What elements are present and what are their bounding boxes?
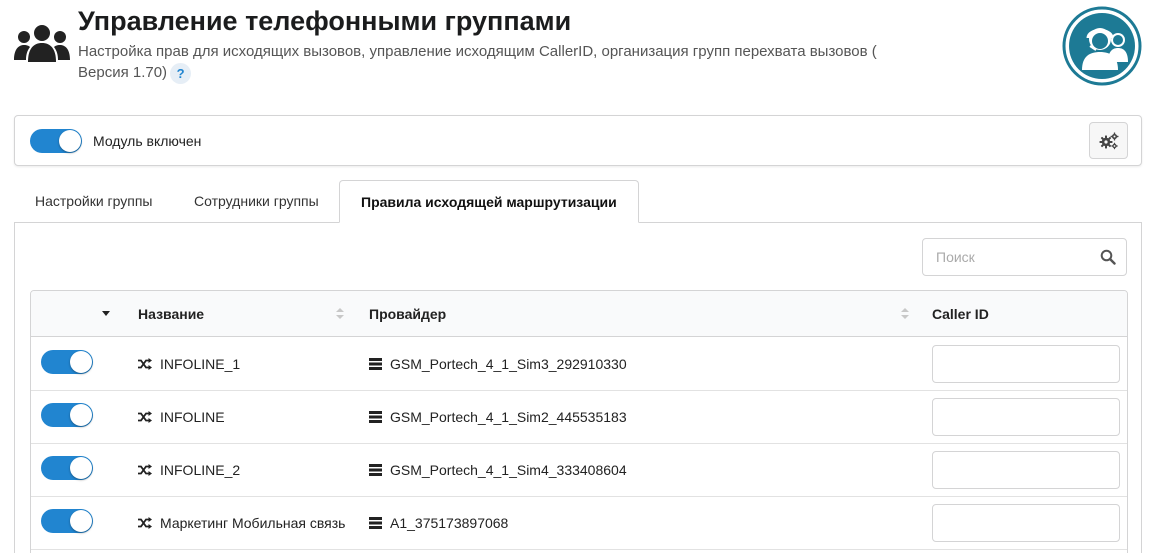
- column-header-provider[interactable]: Провайдер: [369, 291, 446, 337]
- page-header: Управление телефонными группами Настройк…: [0, 0, 1167, 100]
- tabs-bar: Настройки группы Сотрудники группы Прави…: [14, 180, 1142, 223]
- tab-group-employees[interactable]: Сотрудники группы: [173, 180, 340, 223]
- table-row: INFOLINE GSM_Portech_4_1_Sim2_445535183: [31, 391, 1127, 444]
- rule-name: INFOLINE_1: [160, 356, 241, 372]
- sort-icon[interactable]: [901, 308, 909, 320]
- rule-name-cell: INFOLINE_1: [138, 338, 240, 391]
- rule-name-cell: INFOLINE_2: [138, 444, 240, 497]
- search-box: [922, 238, 1127, 276]
- module-settings-button[interactable]: [1089, 122, 1128, 159]
- server-icon: [369, 517, 382, 530]
- shuffle-icon: [138, 411, 152, 424]
- table-row: INFOLINE_2 GSM_Portech_4_1_Sim4_33340860…: [31, 444, 1127, 497]
- shuffle-icon: [138, 464, 152, 477]
- users-icon: [14, 25, 70, 62]
- column-header-caller-id: Caller ID: [932, 306, 989, 322]
- shuffle-icon: [138, 358, 152, 371]
- provider-name: GSM_Portech_4_1_Sim2_445535183: [390, 409, 627, 425]
- rule-name: Маркетинг Мобильная связь: [160, 515, 346, 531]
- tab-group-settings[interactable]: Настройки группы: [14, 180, 174, 223]
- column-header-name[interactable]: Название: [138, 291, 204, 337]
- toggle-knob: [59, 130, 81, 152]
- server-icon: [369, 464, 382, 477]
- server-icon: [369, 358, 382, 371]
- search-icon[interactable]: [1100, 249, 1116, 265]
- shuffle-icon: [138, 517, 152, 530]
- provider-cell: A1_375173897068: [369, 497, 508, 550]
- page-subtitle: Настройка прав для исходящих вызовов, уп…: [78, 41, 928, 84]
- caller-id-input[interactable]: [932, 398, 1120, 436]
- rule-name-cell: Маркетинг Мобильная связь: [138, 497, 345, 550]
- caller-id-input[interactable]: [932, 504, 1120, 542]
- provider-cell: GSM_Portech_4_1_Sim2_445535183: [369, 391, 627, 444]
- rule-name-cell: INFOLINE: [138, 391, 225, 444]
- sort-icon[interactable]: [336, 308, 344, 320]
- caller-id-input[interactable]: [932, 451, 1120, 489]
- rule-name: INFOLINE_2: [160, 462, 241, 478]
- row-enabled-toggle[interactable]: [41, 403, 93, 427]
- table-row: Маркетинг Мобильная связь A1_37517389706…: [31, 497, 1127, 550]
- provider-name: A1_375173897068: [390, 515, 509, 531]
- module-enabled-label: Модуль включен: [93, 133, 202, 149]
- sort-caret-down-icon[interactable]: [102, 311, 110, 316]
- row-enabled-toggle[interactable]: [41, 350, 93, 374]
- gears-icon: [1099, 132, 1119, 150]
- routing-rules-table: Название Провайдер Caller ID INFOLINE_1 …: [30, 290, 1128, 553]
- help-icon[interactable]: ?: [170, 62, 192, 84]
- row-enabled-toggle[interactable]: [41, 456, 93, 480]
- subtitle-text: Настройка прав для исходящих вызовов, уп…: [78, 43, 877, 81]
- provider-cell: GSM_Portech_4_1_Sim3_292910330: [369, 338, 627, 391]
- toggle-knob: [70, 404, 92, 426]
- provider-cell: GSM_Portech_4_1_Sim4_333408604: [369, 444, 627, 497]
- toggle-knob: [70, 351, 92, 373]
- provider-name: GSM_Portech_4_1_Sim4_333408604: [390, 462, 627, 478]
- call-center-operators-logo: [1062, 6, 1142, 86]
- tab-panel: Название Провайдер Caller ID INFOLINE_1 …: [14, 222, 1142, 553]
- table-header: Название Провайдер Caller ID: [31, 291, 1127, 337]
- module-enabled-toggle[interactable]: [30, 129, 82, 153]
- page-title: Управление телефонными группами: [78, 6, 572, 36]
- toggle-knob: [70, 457, 92, 479]
- search-input[interactable]: [923, 239, 1093, 275]
- row-enabled-toggle[interactable]: [41, 509, 93, 533]
- rule-name: INFOLINE: [160, 409, 225, 425]
- tab-outbound-routing-rules[interactable]: Правила исходящей маршрутизации: [339, 180, 639, 223]
- server-icon: [369, 411, 382, 424]
- table-row: INFOLINE_1 GSM_Portech_4_1_Sim3_29291033…: [31, 338, 1127, 391]
- provider-name: GSM_Portech_4_1_Sim3_292910330: [390, 356, 627, 372]
- toggle-knob: [70, 510, 92, 532]
- caller-id-input[interactable]: [932, 345, 1120, 383]
- module-status-bar: Модуль включен: [14, 115, 1142, 166]
